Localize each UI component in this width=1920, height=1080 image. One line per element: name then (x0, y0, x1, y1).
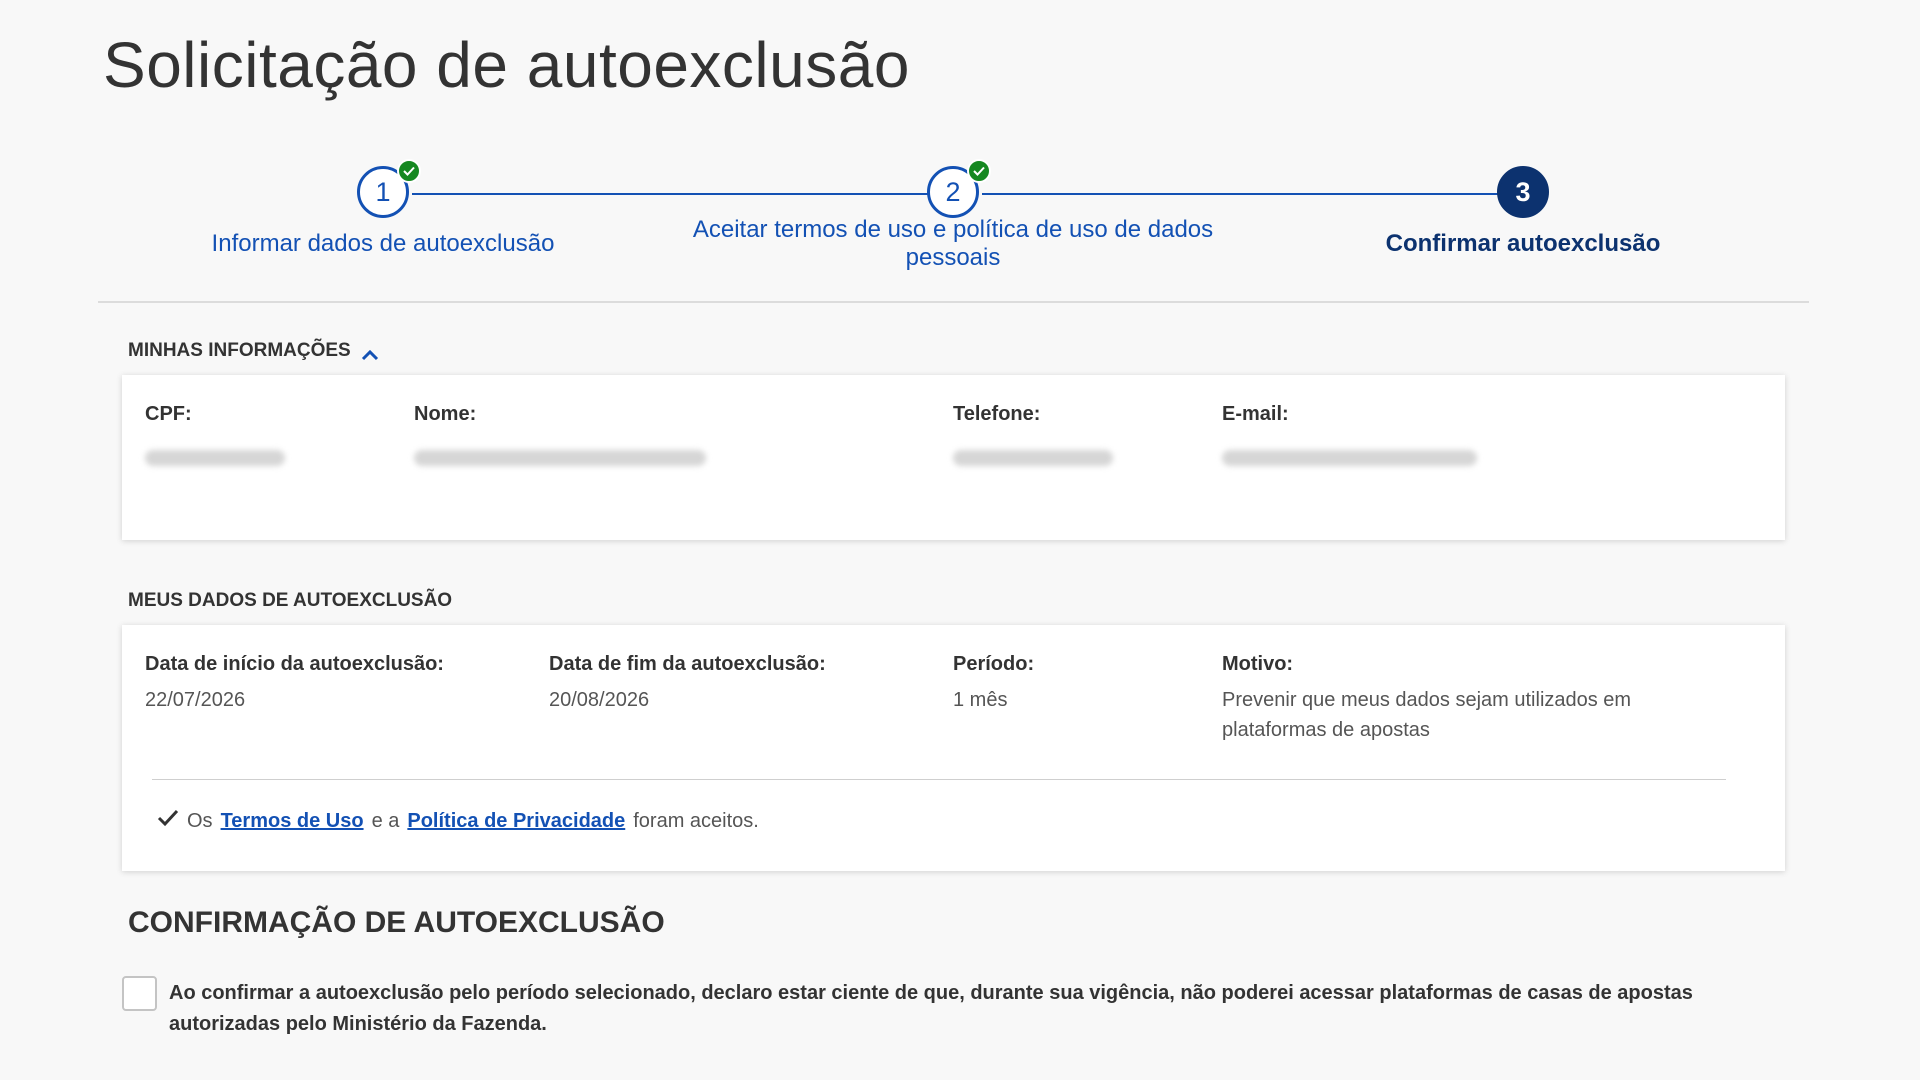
step-3-number[interactable]: 3 (1497, 166, 1549, 218)
phone-value-redacted (953, 450, 1113, 466)
check-circle-icon (397, 159, 421, 183)
privacy-policy-link[interactable]: Política de Privacidade (407, 810, 625, 833)
check-circle-icon (967, 159, 991, 183)
name-value-redacted (414, 450, 706, 466)
confirmation-title: CONFIRMAÇÃO DE AUTOEXCLUSÃO (128, 906, 665, 939)
period-label: Período: (953, 653, 1035, 675)
email-value-redacted (1222, 450, 1477, 466)
checkmark-icon (157, 809, 179, 833)
card-divider (152, 779, 1726, 780)
terms-middle: e a (371, 809, 400, 832)
page-title: Solicitação de autoexclusão (103, 29, 910, 101)
start-date-value: 22/07/2026 (145, 689, 246, 711)
terms-prefix: Os (187, 809, 213, 832)
terms-suffix: foram aceitos. (633, 809, 759, 832)
my-info-toggle[interactable]: MINHAS INFORMAÇÕES (128, 340, 379, 362)
period-value: 1 mês (953, 689, 1008, 711)
phone-label: Telefone: (953, 403, 1041, 425)
start-date-label: Data de início da autoexclusão: (145, 653, 444, 675)
stepper: 1 Informar dados de autoexclusão 2 Aceit… (0, 159, 1920, 290)
step-2-label: Aceitar termos de uso e política de uso … (692, 216, 1214, 271)
terms-accepted-line: Os Termos de Uso e a Política de Privaci… (157, 809, 759, 833)
exclusion-data-card: Data de início da autoexclusão: 22/07/20… (122, 625, 1785, 871)
step-2-number[interactable]: 2 (927, 159, 991, 218)
exclusion-data-heading: MEUS DADOS DE AUTOEXCLUSÃO (128, 590, 453, 611)
my-info-card: CPF: Nome: Telefone: E-mail: (122, 375, 1785, 540)
confirmation-text: Ao confirmar a autoexclusão pelo período… (169, 982, 1693, 1035)
reason-label: Motivo: (1222, 653, 1294, 675)
end-date-value: 20/08/2026 (549, 689, 650, 711)
confirm-checkbox[interactable] (122, 976, 157, 1011)
chevron-up-icon[interactable] (361, 345, 379, 361)
step-3[interactable]: 3 Confirmar autoexclusão (1173, 166, 1873, 258)
end-date-label: Data de fim da autoexclusão: (549, 653, 826, 675)
cpf-value-redacted (145, 450, 285, 466)
cpf-label: CPF: (145, 403, 192, 425)
name-label: Nome: (414, 403, 477, 425)
reason-value: Prevenir que meus dados sejam utilizados… (1222, 689, 1632, 741)
terms-of-use-link[interactable]: Termos de Uso (221, 810, 364, 833)
email-label: E-mail: (1222, 403, 1289, 425)
step-1-number[interactable]: 1 (357, 159, 421, 218)
step-3-label: Confirmar autoexclusão (1385, 230, 1661, 257)
stepper-divider (98, 301, 1809, 303)
my-info-heading: MINHAS INFORMAÇÕES (128, 340, 351, 361)
